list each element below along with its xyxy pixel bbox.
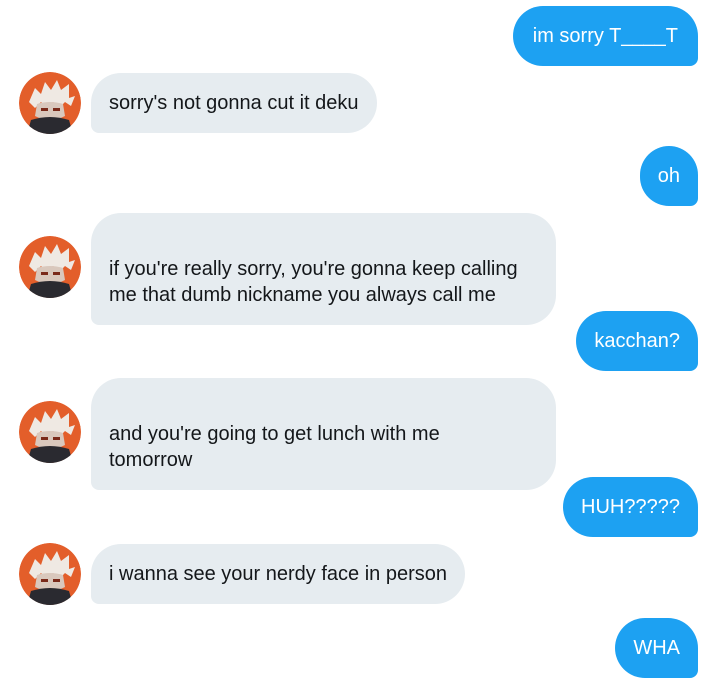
sent-message-bubble[interactable]: WHA — [615, 618, 698, 678]
received-message-bubble[interactable]: if you're really sorry, you're gonna kee… — [91, 213, 556, 325]
sent-message-bubble[interactable]: oh — [639, 146, 698, 206]
anime-character-avatar-icon — [19, 401, 81, 463]
message-text: im sorry T____T — [532, 25, 678, 47]
received-message-bubble[interactable]: and you're going to get lunch with me to… — [91, 378, 556, 490]
message-text: i wanna see your nerdy face in person — [109, 563, 447, 585]
sent-message-bubble[interactable]: HUH????? — [563, 477, 698, 537]
anime-character-avatar-icon — [19, 543, 81, 605]
message-text: kacchan? — [594, 330, 680, 352]
sent-message-bubble[interactable]: im sorry T____T — [512, 6, 698, 66]
anime-character-avatar-icon — [19, 236, 81, 298]
message-text: oh — [657, 165, 680, 187]
contact-avatar-icon[interactable] — [19, 236, 81, 298]
contact-avatar-icon[interactable] — [19, 543, 81, 605]
message-text: if you're really sorry, you're gonna kee… — [109, 258, 518, 306]
sent-message-bubble[interactable]: kacchan? — [576, 311, 698, 371]
contact-avatar-icon[interactable] — [19, 72, 81, 134]
received-message-bubble[interactable]: i wanna see your nerdy face in person — [91, 544, 465, 604]
received-message-bubble[interactable]: sorry's not gonna cut it deku — [91, 73, 377, 133]
message-text: WHA — [633, 637, 680, 659]
contact-avatar-icon[interactable] — [19, 401, 81, 463]
anime-character-avatar-icon — [19, 72, 81, 134]
message-text: sorry's not gonna cut it deku — [109, 92, 359, 114]
message-text: HUH????? — [581, 496, 680, 518]
message-text: and you're going to get lunch with me to… — [109, 423, 440, 471]
